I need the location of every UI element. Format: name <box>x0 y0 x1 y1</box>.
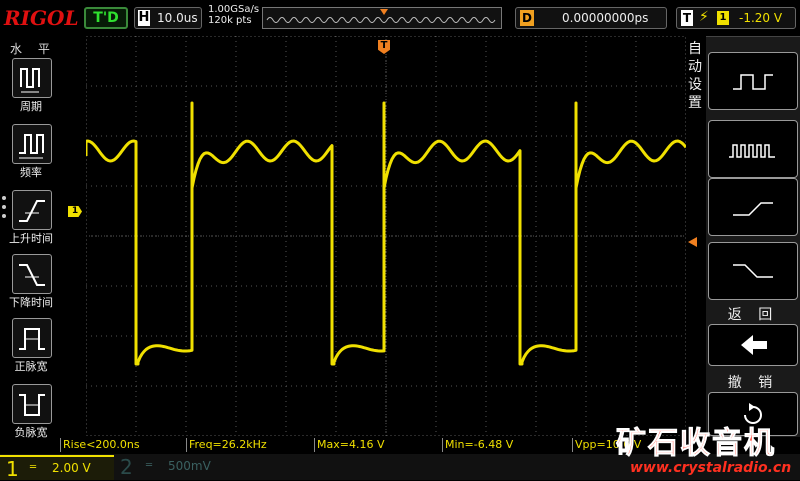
trigger-level: -1.20 V <box>739 11 783 25</box>
negative-width-button[interactable] <box>12 384 52 424</box>
measurement-min[interactable]: Min=-6.48 V <box>442 438 573 452</box>
left-menu-title: 水 平 <box>10 42 56 56</box>
narrow-pulse-icon <box>729 144 775 158</box>
channel2-box[interactable]: 2 ═ 500mV <box>116 455 220 480</box>
trigger-source: 1 <box>717 11 729 25</box>
fall-time-label: 下降时间 <box>9 296 53 309</box>
frequency-button[interactable] <box>12 124 52 164</box>
channel1-scale: 2.00 V <box>52 461 91 475</box>
watermark-title: 矿石收音机 <box>616 426 776 462</box>
channel2-scale: 500mV <box>168 459 211 473</box>
trigger-box[interactable]: T ⚡ 1 -1.20 V <box>676 7 796 29</box>
wide-pulse-button[interactable] <box>708 52 798 110</box>
dc-coupling-icon: ═ <box>30 462 37 473</box>
negative-width-icon <box>19 394 45 416</box>
falling-edge-icon <box>733 264 773 278</box>
back-arrow-icon <box>741 335 767 355</box>
rise-time-button[interactable] <box>12 190 52 230</box>
measurement-frequency[interactable]: Freq=26.2kHz <box>186 438 315 452</box>
undo-label: 撤 销 <box>727 375 779 391</box>
delay-box[interactable]: D 0.00000000ps <box>515 7 667 29</box>
fall-time-button[interactable] <box>12 254 52 294</box>
rise-time-label: 上升时间 <box>9 232 53 245</box>
measurement-max[interactable]: Max=4.16 V <box>314 438 443 452</box>
memory-overview-strip[interactable] <box>262 7 502 29</box>
horizontal-key: H <box>138 10 150 26</box>
rigol-logo: RIGOL <box>4 6 79 30</box>
back-button[interactable] <box>708 324 798 366</box>
frequency-icon <box>19 134 44 159</box>
period-label: 周期 <box>20 100 42 113</box>
trigger-key: T <box>681 10 693 26</box>
falling-edge-button[interactable] <box>708 242 798 300</box>
memory-depth: 120k pts <box>208 15 252 26</box>
wide-pulse-icon <box>733 74 773 90</box>
frequency-label: 频率 <box>20 166 42 179</box>
trigger-level-marker[interactable] <box>688 237 697 247</box>
horizontal-scale-box[interactable]: H 10.0us <box>134 7 202 29</box>
auto-setup-title: 自动设置 <box>688 41 702 111</box>
channel1-box[interactable]: 1 ═ 2.00 V <box>0 455 114 481</box>
period-icon <box>20 68 40 93</box>
trigger-position-marker <box>380 9 388 15</box>
period-button[interactable] <box>12 58 52 98</box>
positive-width-button[interactable] <box>12 318 52 358</box>
dc-coupling-icon: ═ <box>146 460 153 471</box>
channel2-number: 2 <box>120 455 133 479</box>
fall-time-icon <box>19 264 45 286</box>
run-status-badge[interactable]: T'D <box>84 7 128 29</box>
measurement-rise[interactable]: Rise<200.0ns <box>60 438 187 452</box>
channel1-number: 1 <box>6 457 19 481</box>
rising-edge-icon: ⚡ <box>699 9 709 25</box>
rising-edge-button[interactable] <box>708 178 798 236</box>
rise-time-icon <box>19 200 45 222</box>
narrow-pulse-button[interactable] <box>708 120 798 178</box>
negative-width-label: 负脉宽 <box>14 426 48 439</box>
watermark-url: www.crystalradio.cn <box>630 460 792 476</box>
positive-width-icon <box>19 328 45 350</box>
acquisition-info: 1.00GSa/s 120k pts <box>208 4 259 26</box>
delay-value: 0.00000000ps <box>562 11 649 25</box>
sample-rate: 1.00GSa/s <box>208 4 260 15</box>
rising-edge-icon <box>733 202 773 216</box>
waveform-display[interactable] <box>86 36 686 436</box>
delay-key: D <box>520 10 534 26</box>
horizontal-scale-value: 10.0us <box>157 11 198 25</box>
positive-width-label: 正脉宽 <box>14 360 48 373</box>
page-dots <box>2 196 6 223</box>
channel1-offset-marker[interactable]: 1 <box>68 206 82 217</box>
back-label: 返 回 <box>727 307 779 323</box>
